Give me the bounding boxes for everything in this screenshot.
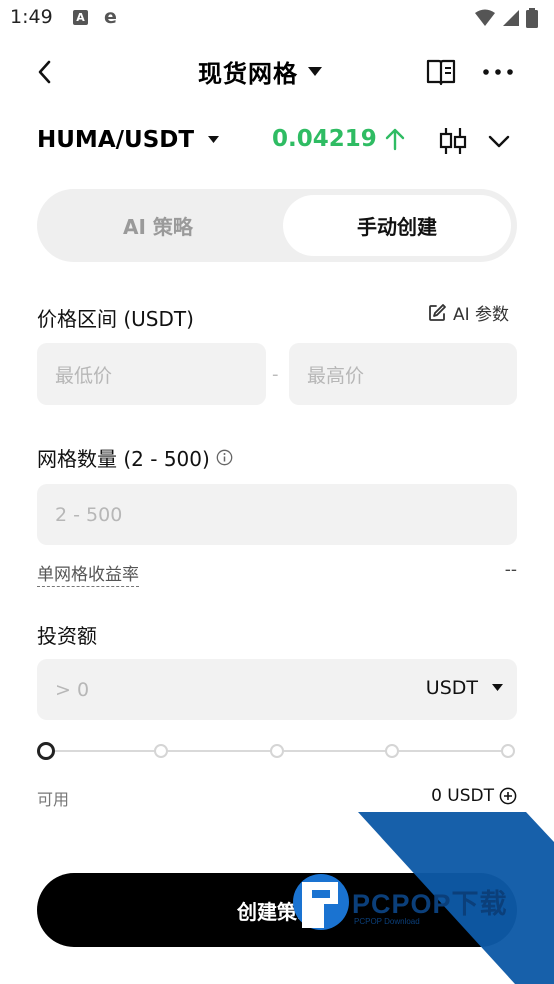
ai-params-label: AI 参数 — [453, 305, 510, 325]
create-strategy-button[interactable]: 创建策略 — [37, 873, 517, 947]
expand-button[interactable] — [486, 126, 512, 156]
range-separator: - — [272, 364, 279, 385]
currency-selector[interactable]: USDT — [426, 677, 503, 699]
caret-down-icon — [492, 684, 503, 691]
status-bar: 1:49 A e — [0, 0, 554, 36]
status-icons — [474, 8, 538, 28]
max-price-placeholder: 最高价 — [307, 364, 365, 387]
strategy-mode-tabs: AI 策略 手动创建 — [37, 189, 517, 262]
wifi-icon — [475, 9, 495, 26]
guide-button[interactable] — [424, 56, 458, 88]
grid-count-placeholder: 2 - 500 — [55, 503, 123, 526]
currency-label: USDT — [425, 677, 478, 699]
slider-step-75[interactable] — [385, 744, 399, 758]
pair-name: HUMA/USDT — [37, 127, 195, 153]
info-icon[interactable] — [216, 449, 233, 466]
tab-manual-create[interactable]: 手动创建 — [283, 195, 511, 256]
signal-icon — [503, 10, 519, 26]
investment-input[interactable]: > 0 USDT — [37, 659, 517, 720]
grid-yield-value: -- — [504, 560, 517, 580]
grid-count-label-row: 网格数量 (2 - 500) — [37, 443, 233, 472]
book-icon — [426, 59, 456, 86]
create-strategy-label: 创建策略 — [237, 899, 317, 924]
caret-down-icon — [208, 136, 220, 143]
add-circle-icon[interactable] — [499, 787, 517, 805]
min-price-input[interactable]: 最低价 — [37, 343, 266, 405]
available-value: 0 USDT — [431, 786, 494, 806]
nav-bar: 现货网格 — [0, 46, 554, 98]
grid-count-input[interactable]: 2 - 500 — [37, 484, 517, 545]
edit-icon — [429, 304, 446, 321]
battery-icon — [526, 8, 538, 28]
browser-e-icon: e — [104, 6, 117, 28]
caret-down-icon — [308, 66, 322, 76]
notification-a-icon: A — [73, 10, 88, 25]
chart-button[interactable] — [436, 124, 470, 158]
min-price-placeholder: 最低价 — [55, 364, 113, 387]
slider-step-25[interactable] — [154, 744, 168, 758]
grid-yield-label[interactable]: 单网格收益率 — [37, 560, 139, 587]
slider-thumb[interactable] — [37, 742, 55, 760]
page-title: 现货网格 — [198, 60, 298, 88]
tab-ai-strategy[interactable]: AI 策略 — [43, 195, 273, 256]
grid-count-label: 网格数量 (2 - 500) — [37, 447, 210, 471]
pair-price: 0.04219 — [272, 126, 405, 152]
more-horizontal-icon — [483, 69, 513, 75]
back-button[interactable] — [30, 56, 58, 88]
more-button[interactable] — [480, 56, 516, 88]
max-price-input[interactable]: 最高价 — [289, 343, 517, 405]
available-balance: 0 USDT — [431, 786, 517, 806]
ai-params-button[interactable]: AI 参数 — [428, 300, 509, 325]
available-label: 可用 — [37, 790, 70, 809]
chevron-left-icon — [38, 60, 51, 84]
price-value: 0.04219 — [272, 126, 377, 152]
status-time: 1:49 — [10, 6, 53, 28]
investment-slider[interactable] — [37, 738, 517, 764]
price-range-label: 价格区间 (USDT) — [37, 307, 194, 331]
strategy-type-selector[interactable]: 现货网格 — [198, 54, 322, 89]
chevron-down-icon — [488, 135, 510, 147]
investment-label: 投资额 — [37, 624, 97, 648]
pair-selector[interactable]: HUMA/USDT — [37, 127, 220, 153]
arrow-up-icon — [385, 128, 404, 151]
slider-step-50[interactable] — [270, 744, 284, 758]
pair-row: HUMA/USDT 0.04219 — [0, 118, 554, 164]
investment-placeholder: > 0 — [55, 678, 90, 701]
candlestick-icon — [439, 128, 467, 154]
slider-step-100[interactable] — [501, 744, 515, 758]
